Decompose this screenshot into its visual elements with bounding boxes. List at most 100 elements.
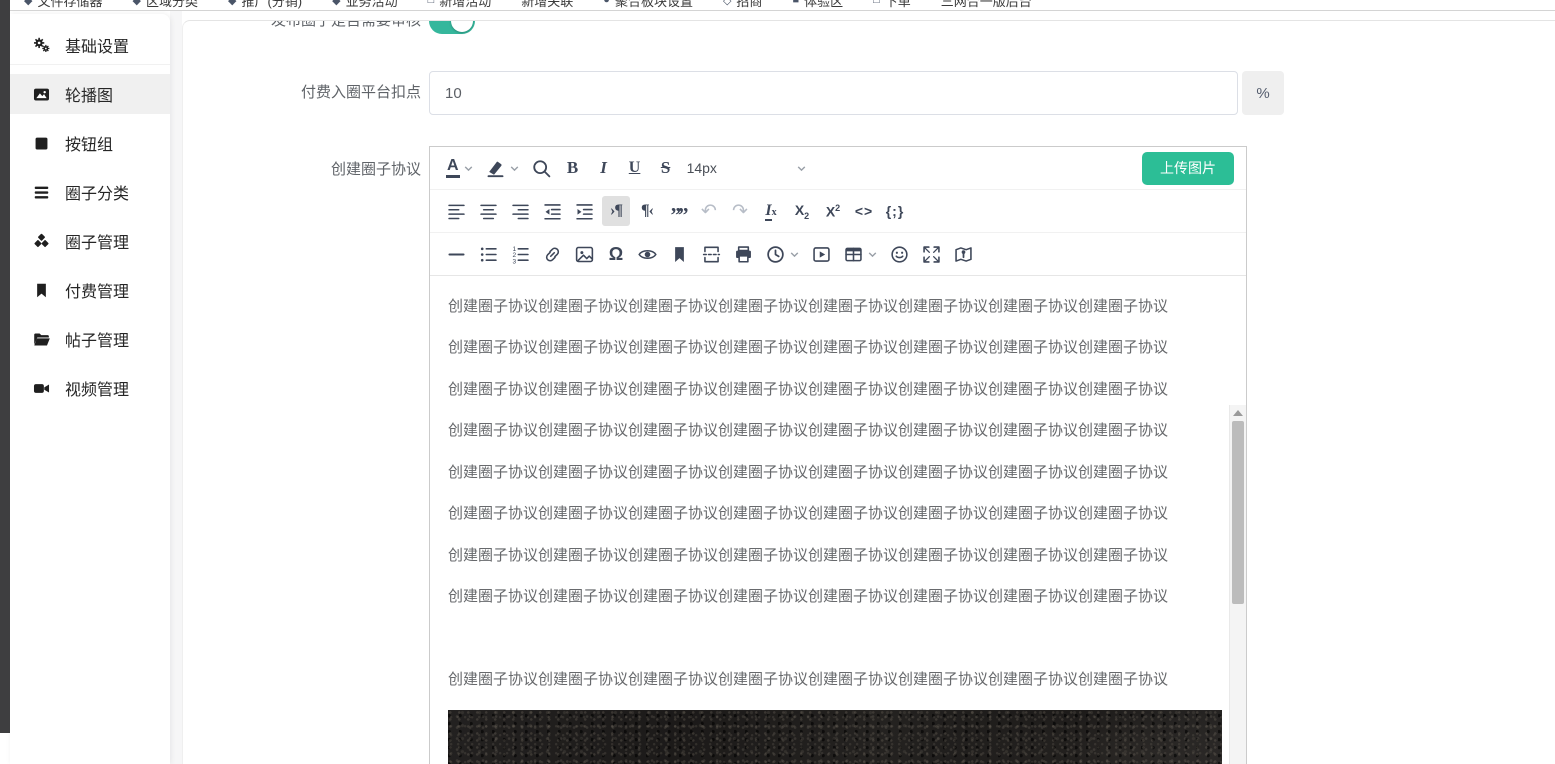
topbar-menu: ◆ 文件存储器 ◆ 区域分类 ◆ 推广(分销) ◆ 业务活动 □ 新增活动 新增关联 ● 聚合板块设置 ◇… — [10, 0, 1555, 10]
page-break-icon[interactable] — [697, 239, 726, 269]
ltr-icon[interactable]: ›¶ — [602, 196, 630, 226]
rtl-icon[interactable]: ¶‹ — [633, 196, 661, 226]
code-icon[interactable]: <> — [850, 196, 878, 226]
sidebar-item-基础设置[interactable]: 基础设置 — [10, 25, 170, 65]
scrollbar-thumb[interactable] — [1232, 421, 1244, 604]
form-row-deduction: 付费入圈平台扣点 % — [183, 71, 1555, 115]
redo-icon[interactable]: ↷ — [726, 196, 754, 226]
superscript-icon[interactable]: X2 — [819, 196, 847, 226]
deduction-input[interactable] — [429, 71, 1238, 115]
italic-icon[interactable]: I — [590, 153, 618, 183]
code-block-icon[interactable]: {;} — [881, 196, 909, 226]
link-icon[interactable] — [538, 239, 567, 269]
clear-format-icon[interactable]: Ix — [757, 196, 785, 226]
image-icon[interactable] — [570, 239, 599, 269]
align-center-icon[interactable] — [474, 196, 503, 226]
sidebar-item-label: 按钮组 — [65, 137, 114, 154]
chevron-down-icon — [509, 163, 520, 174]
circle-icon: ● — [603, 0, 610, 6]
chevron-down-icon — [789, 249, 800, 260]
sidebar-item-帖子管理[interactable]: 帖子管理 — [10, 319, 170, 359]
indent-icon[interactable] — [570, 196, 599, 226]
carousel-icon — [32, 85, 51, 104]
upload-image-button[interactable]: 上传图片 — [1142, 151, 1234, 185]
emoji-icon[interactable] — [885, 239, 914, 269]
align-left-icon[interactable] — [442, 196, 471, 226]
outdent-icon[interactable] — [538, 196, 567, 226]
table-icon[interactable] — [839, 239, 882, 269]
topbar-item-label: 区域分类 — [145, 0, 198, 9]
print-icon[interactable] — [729, 239, 758, 269]
topbar-item[interactable]: ■ 体验区 — [792, 0, 843, 10]
subscript-icon[interactable]: X2 — [788, 196, 816, 226]
topbar-item[interactable]: ◇ 招商 — [723, 0, 762, 10]
sidebar-item-label: 基础设置 — [65, 38, 130, 56]
font-color-icon[interactable]: A — [442, 153, 478, 183]
sidebar-item-付费管理[interactable]: 付费管理 — [10, 270, 170, 310]
topbar: ◆ 文件存储器 ◆ 区域分类 ◆ 推广(分销) ◆ 业务活动 □ 新增活动 新增关联 ● 聚合板块设置 ◇… — [10, 0, 1555, 11]
bold-icon[interactable]: B — [559, 153, 587, 183]
topbar-item-label: 体验区 — [804, 0, 844, 9]
rich-text-editor: A B I U S 14px 上传图片 ›¶ ¶‹”” ↶ ↷ Ix X2 X2 <> {;} 123Ω 创… — [429, 146, 1247, 764]
omega-icon[interactable]: Ω — [602, 239, 630, 269]
editor-content[interactable]: 创建圈子协议创建圈子协议创建圈子协议创建圈子协议创建圈子协议创建圈子协议创建圈子… — [430, 276, 1246, 764]
form-row-agreement: 创建圈子协议 A B I U S 14px 上传图片 ›¶ ¶‹”” ↶ ↷ Ix X2 X2 <> {;}… — [183, 146, 1555, 764]
topbar-item[interactable]: 新增关联 — [521, 0, 573, 10]
audit-toggle-switch[interactable] — [429, 21, 475, 34]
topbar-item[interactable]: ◆ 文件存储器 — [24, 0, 102, 10]
underline-icon[interactable]: U — [621, 153, 649, 183]
toggle-knob — [451, 21, 473, 32]
hr-icon[interactable] — [442, 239, 471, 269]
map-icon[interactable] — [949, 239, 978, 269]
editor-paragraph: 创建圈子协议创建圈子协议创建圈子协议创建圈子协议创建圈子协议创建圈子协议创建圈子… — [448, 463, 1169, 481]
sidebar-item-按钮组[interactable]: 按钮组 — [10, 123, 170, 163]
square-icon: ■ — [792, 0, 800, 6]
editor-paragraph — [448, 627, 1210, 651]
topbar-item[interactable]: □ 下单 — [873, 0, 911, 10]
topbar-item[interactable]: ◆ 业务活动 — [332, 0, 397, 10]
editor-paragraph: 创建圈子协议创建圈子协议创建圈子协议创建圈子协议创建圈子协议创建圈子协议创建圈子… — [448, 546, 1169, 564]
bullet-list-icon[interactable] — [474, 239, 503, 269]
audit-toggle-label: 发布圈子是否需要审核 — [270, 20, 421, 29]
topbar-item-label: 推广(分销) — [241, 0, 303, 9]
sidebar: 基础设置轮播图按钮组圈子分类圈子管理付费管理帖子管理视频管理 — [10, 14, 170, 764]
folder-icon — [32, 330, 51, 349]
sidebar-item-label: 圈子管理 — [65, 235, 130, 252]
sidebar-item-视频管理[interactable]: 视频管理 — [10, 368, 170, 408]
editor-paragraph: 创建圈子协议创建圈子协议创建圈子协议创建圈子协议创建圈子协议创建圈子协议创建圈子… — [448, 588, 1169, 605]
topbar-item[interactable]: 三网合一版后台 — [941, 0, 1032, 10]
diamond-icon: ◆ — [24, 0, 33, 7]
strikethrough-icon[interactable]: S — [652, 153, 680, 183]
scrollbar-up-arrow-icon[interactable] — [1233, 410, 1243, 416]
font-size-select[interactable]: 14px — [683, 153, 811, 183]
square-icon — [32, 134, 51, 153]
topbar-item-label: 新增关联 — [521, 0, 574, 9]
undo-icon[interactable]: ↶ — [695, 196, 723, 226]
ordered-list-icon[interactable]: 123 — [506, 239, 535, 269]
fullscreen-icon[interactable] — [917, 239, 946, 269]
sidebar-item-圈子分类[interactable]: 圈子分类 — [10, 172, 170, 212]
sidebar-item-轮播图[interactable]: 轮播图 — [10, 74, 170, 114]
align-right-icon[interactable] — [506, 196, 535, 226]
topbar-item[interactable]: □ 新增活动 — [428, 0, 492, 10]
diamond-icon: ◆ — [227, 0, 237, 7]
sidebar-item-label: 帖子管理 — [65, 333, 130, 350]
editor-paragraph: 创建圈子协议创建圈子协议创建圈子协议创建圈子协议创建圈子协议创建圈子协议创建圈子… — [448, 380, 1169, 398]
topbar-item[interactable]: ◆ 区域分类 — [132, 0, 197, 10]
quote-icon[interactable]: ”” — [664, 196, 692, 226]
svg-text:3: 3 — [512, 258, 516, 265]
topbar-item-label: 新增活动 — [439, 0, 492, 9]
topbar-item[interactable]: ◆ 推广(分销) — [228, 0, 302, 10]
bookmark-icon[interactable] — [665, 239, 694, 269]
sidebar-item-圈子管理[interactable]: 圈子管理 — [10, 221, 170, 261]
highlight-icon[interactable] — [481, 153, 524, 183]
editor-scrollbar[interactable] — [1229, 405, 1246, 764]
zoom-icon[interactable] — [527, 153, 556, 183]
clock-icon[interactable] — [761, 239, 804, 269]
preview-icon[interactable] — [633, 239, 662, 269]
topbar-item[interactable]: ● 聚合板块设置 — [603, 0, 693, 10]
diamond-icon: ◆ — [132, 0, 141, 7]
topbar-item-label: 聚合板块设置 — [614, 0, 693, 9]
video-icon[interactable] — [807, 239, 836, 269]
topbar-item-label: 下单 — [884, 0, 911, 9]
